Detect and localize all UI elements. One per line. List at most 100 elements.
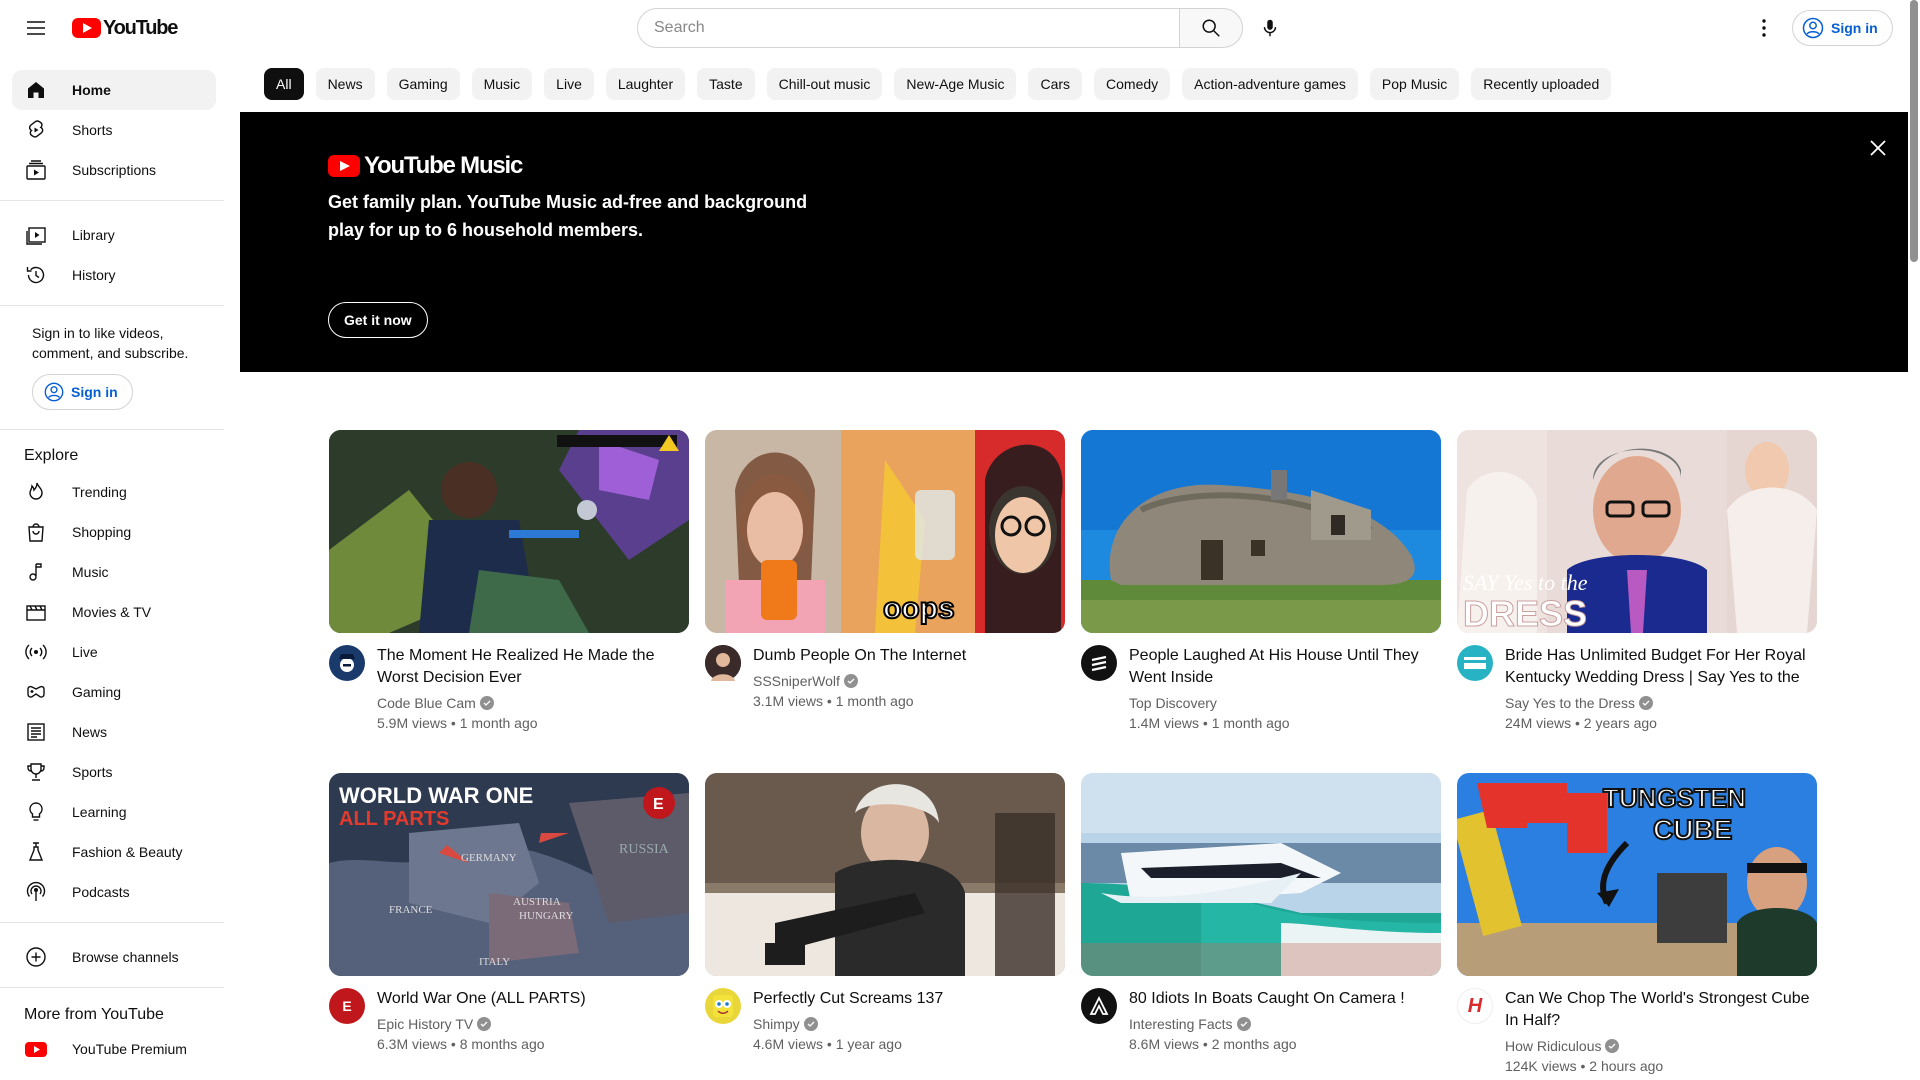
video-card[interactable]: Perfectly Cut Screams 137 Shimpy 4.6M vi… bbox=[705, 773, 1065, 1054]
channel-avatar[interactable] bbox=[705, 988, 741, 1024]
channel-name-row[interactable]: How Ridiculous bbox=[1505, 1036, 1817, 1056]
sidebar-item-label: Sports bbox=[72, 764, 113, 780]
sidebar-item-label: News bbox=[72, 724, 108, 740]
channel-avatar[interactable]: H bbox=[1457, 988, 1493, 1024]
sidebar-item-movies[interactable]: Movies & TV bbox=[12, 592, 216, 632]
channel-name-row[interactable]: Epic History TV bbox=[377, 1014, 689, 1034]
chip-news[interactable]: News bbox=[315, 68, 375, 100]
sidebar-item-history[interactable]: History bbox=[12, 255, 216, 295]
chip-pop-music[interactable]: Pop Music bbox=[1369, 68, 1460, 100]
video-card[interactable]: E WORLD WAR ONE ALL PARTS GERMANY AUSTRI… bbox=[329, 773, 689, 1054]
video-title[interactable]: People Laughed At His House Until They W… bbox=[1129, 645, 1441, 689]
youtube-logo[interactable]: YouTube bbox=[72, 17, 178, 39]
video-title[interactable]: Perfectly Cut Screams 137 bbox=[753, 988, 1065, 1010]
video-thumbnail[interactable] bbox=[705, 773, 1065, 976]
sidebar-item-subscriptions[interactable]: Subscriptions bbox=[12, 150, 216, 190]
chip-recently-uploaded[interactable]: Recently uploaded bbox=[1471, 68, 1612, 100]
video-title[interactable]: World War One (ALL PARTS) bbox=[377, 988, 689, 1010]
channel-name-row[interactable]: Code Blue Cam bbox=[377, 693, 689, 713]
video-thumbnail[interactable] bbox=[329, 430, 689, 633]
sidebar-item-label: Music bbox=[72, 564, 109, 580]
channel-name[interactable]: Shimpy bbox=[753, 1014, 800, 1034]
channel-name[interactable]: SSSniperWolf bbox=[753, 671, 840, 691]
sidebar-item-live[interactable]: Live bbox=[12, 632, 216, 672]
channel-avatar[interactable]: E bbox=[329, 988, 365, 1024]
get-it-now-button[interactable]: Get it now bbox=[328, 302, 428, 338]
sidebar-item-home[interactable]: Home bbox=[12, 70, 216, 110]
channel-name[interactable]: Epic History TV bbox=[377, 1014, 473, 1034]
menu-button[interactable] bbox=[16, 8, 56, 48]
chip-live[interactable]: Live bbox=[544, 68, 594, 100]
channel-name[interactable]: How Ridiculous bbox=[1505, 1036, 1601, 1056]
sidebar-item-label: Movies & TV bbox=[72, 604, 152, 620]
video-card[interactable]: TUNGSTEN CUBE H Can We Chop The World's … bbox=[1457, 773, 1817, 1076]
chip-new-age-music[interactable]: New-Age Music bbox=[894, 68, 1017, 100]
video-thumbnail[interactable]: oops bbox=[705, 430, 1065, 633]
search-button[interactable] bbox=[1179, 8, 1243, 48]
video-stats: 6.3M views • 8 months ago bbox=[377, 1036, 545, 1052]
channel-name[interactable]: Top Discovery bbox=[1129, 693, 1217, 713]
video-thumbnail[interactable]: SAY Yes to the DRESS bbox=[1457, 430, 1817, 633]
chip-action-adventure-games[interactable]: Action-adventure games bbox=[1182, 68, 1358, 100]
channel-avatar[interactable] bbox=[1081, 988, 1117, 1024]
sidebar-item-label: Podcasts bbox=[72, 884, 130, 900]
chip-laughter[interactable]: Laughter bbox=[605, 68, 686, 100]
video-thumbnail[interactable] bbox=[1081, 773, 1441, 976]
video-thumbnail[interactable] bbox=[1081, 430, 1441, 633]
settings-menu-button[interactable] bbox=[1744, 8, 1784, 48]
sidebar-item-news[interactable]: News bbox=[12, 712, 216, 752]
channel-avatar[interactable] bbox=[1457, 645, 1493, 681]
search-input[interactable]: Search bbox=[637, 8, 1180, 48]
chip-gaming[interactable]: Gaming bbox=[386, 68, 460, 100]
video-card[interactable]: The Moment He Realized He Made the Worst… bbox=[329, 430, 689, 733]
shorts-icon bbox=[24, 118, 48, 142]
video-card[interactable]: People Laughed At His House Until They W… bbox=[1081, 430, 1441, 733]
channel-name[interactable]: Say Yes to the Dress bbox=[1505, 693, 1635, 713]
channel-name[interactable]: Code Blue Cam bbox=[377, 693, 476, 713]
chip-chill-out-music[interactable]: Chill-out music bbox=[766, 68, 883, 100]
channel-name-row[interactable]: Say Yes to the Dress bbox=[1505, 693, 1817, 713]
channel-name-row[interactable]: SSSniperWolf bbox=[753, 671, 1065, 691]
sidebar-item-library[interactable]: Library bbox=[12, 215, 216, 255]
sidebar-sign-in-button[interactable]: Sign in bbox=[32, 374, 133, 410]
sidebar-item-browse-channels[interactable]: Browse channels bbox=[12, 937, 216, 977]
sidebar-item-podcasts[interactable]: Podcasts bbox=[12, 872, 216, 912]
movies-icon bbox=[24, 600, 48, 624]
channel-name-row[interactable]: Interesting Facts bbox=[1129, 1014, 1441, 1034]
voice-search-button[interactable] bbox=[1250, 8, 1290, 48]
sidebar-item-shorts[interactable]: Shorts bbox=[12, 110, 216, 150]
dismiss-banner-button[interactable] bbox=[1862, 132, 1894, 164]
sidebar-item-fashion[interactable]: Fashion & Beauty bbox=[12, 832, 216, 872]
chip-music[interactable]: Music bbox=[471, 68, 533, 100]
video-title[interactable]: Can We Chop The World's Strongest Cube I… bbox=[1505, 988, 1817, 1032]
chip-taste[interactable]: Taste bbox=[697, 68, 755, 100]
page-scrollbar[interactable] bbox=[1910, 0, 1918, 262]
chip-comedy[interactable]: Comedy bbox=[1094, 68, 1171, 100]
channel-name-row[interactable]: Top Discovery bbox=[1129, 693, 1441, 713]
video-card[interactable]: oops Dumb People On The Internet SSSnipe… bbox=[705, 430, 1065, 711]
sidebar-item-premium[interactable]: YouTube Premium bbox=[12, 1029, 216, 1069]
channel-avatar[interactable] bbox=[1081, 645, 1117, 681]
sidebar-item-music[interactable]: Music bbox=[12, 552, 216, 592]
sidebar-item-shopping[interactable]: Shopping bbox=[12, 512, 216, 552]
video-title[interactable]: The Moment He Realized He Made the Worst… bbox=[377, 645, 689, 689]
video-card[interactable]: 80 Idiots In Boats Caught On Camera ! In… bbox=[1081, 773, 1441, 1054]
chip-cars[interactable]: Cars bbox=[1028, 68, 1083, 100]
sidebar-item-trending[interactable]: Trending bbox=[12, 472, 216, 512]
channel-avatar[interactable] bbox=[705, 645, 741, 681]
sidebar-item-gaming[interactable]: Gaming bbox=[12, 672, 216, 712]
video-thumbnail[interactable]: E WORLD WAR ONE ALL PARTS GERMANY AUSTRI… bbox=[329, 773, 689, 976]
video-card[interactable]: SAY Yes to the DRESS Bride Has Unlimited… bbox=[1457, 430, 1817, 733]
channel-name[interactable]: Interesting Facts bbox=[1129, 1014, 1233, 1034]
chip-all[interactable]: All bbox=[264, 68, 304, 100]
sidebar-item-learning[interactable]: Learning bbox=[12, 792, 216, 832]
video-title[interactable]: Bride Has Unlimited Budget For Her Royal… bbox=[1505, 645, 1817, 689]
video-thumbnail[interactable]: TUNGSTEN CUBE bbox=[1457, 773, 1817, 976]
video-title[interactable]: Dumb People On The Internet bbox=[753, 645, 1065, 667]
channel-name-row[interactable]: Shimpy bbox=[753, 1014, 1065, 1034]
channel-avatar[interactable] bbox=[329, 645, 365, 681]
video-title[interactable]: 80 Idiots In Boats Caught On Camera ! bbox=[1129, 988, 1441, 1010]
sign-in-button[interactable]: Sign in bbox=[1792, 10, 1893, 46]
interesting-facts-logo-icon bbox=[1089, 995, 1109, 1015]
sidebar-item-sports[interactable]: Sports bbox=[12, 752, 216, 792]
